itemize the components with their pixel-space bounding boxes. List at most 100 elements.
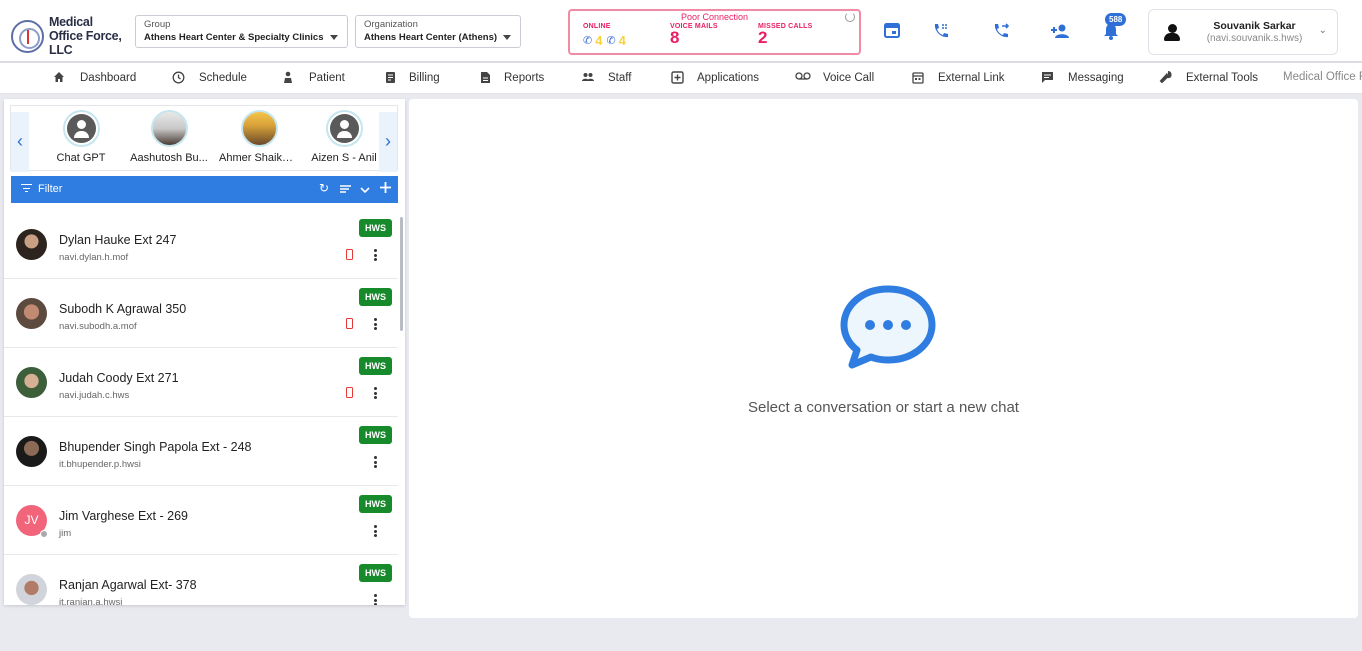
filter-bar[interactable]: Filter ↻ — [11, 176, 398, 203]
chat-contact-username: it.ranjan.a.hwsi — [59, 597, 123, 605]
sort-icon[interactable] — [339, 183, 352, 197]
organization-select[interactable]: Organization Athens Heart Center (Athens… — [355, 15, 521, 48]
quick-contact-item[interactable]: Ahmer Shaikh ... — [219, 110, 299, 164]
caret-down-icon — [503, 35, 511, 40]
user-menu[interactable]: Souvanik Sarkar (navi.souvanik.s.hws) ⌄ — [1148, 9, 1338, 55]
external-link-icon — [911, 71, 925, 85]
refresh-icon[interactable] — [845, 12, 855, 22]
more-options-icon[interactable] — [370, 455, 380, 469]
chat-list-item[interactable]: Bhupender Singh Papola Ext - 248 it.bhup… — [4, 417, 398, 486]
quick-contact-name: Aizen S - Anil — [311, 152, 377, 164]
avatar — [16, 298, 47, 329]
logo-text: Medical Office Force, LLC — [49, 15, 122, 57]
nav-messaging[interactable]: Messaging — [1040, 71, 1124, 85]
nav-patient[interactable]: Patient — [282, 71, 345, 85]
logo-icon — [11, 19, 44, 53]
nav-medical-office-force[interactable]: Medical Office Fo — [1283, 71, 1362, 83]
more-options-icon[interactable] — [370, 524, 380, 538]
organization-value: Athens Heart Center (Athens) — [364, 32, 498, 43]
nav-label: External Tools — [1186, 72, 1259, 84]
connection-status-title: Poor Connection — [680, 12, 749, 22]
nav-dashboard[interactable]: Dashboard — [52, 71, 136, 85]
chat-list-item[interactable]: Subodh K Agrawal 350 navi.subodh.a.mof H… — [4, 279, 398, 348]
voicemail-count: 8 — [670, 28, 680, 47]
missed-calls-stat[interactable]: MISSED CALLS 2 — [758, 23, 813, 46]
presence-status-icon — [40, 530, 48, 538]
add-user-icon[interactable] — [1050, 21, 1070, 41]
chevron-down-icon[interactable] — [360, 183, 370, 197]
quick-contact-name: Aashutosh Bu... — [130, 152, 208, 164]
user-avatar-icon — [1163, 24, 1181, 42]
carousel-prev-button[interactable]: ‹ — [11, 112, 29, 172]
chat-list-item[interactable]: Ranjan Agarwal Ext- 378 it.ranjan.a.hwsi… — [4, 555, 398, 605]
nav-label: Voice Call — [823, 72, 875, 84]
chat-list-item[interactable]: Dylan Hauke Ext 247 navi.dylan.h.mof HWS — [4, 210, 398, 279]
chat-list-item[interactable]: JV Jim Varghese Ext - 269 jim HWS — [4, 486, 398, 555]
quick-contact-name: Chat GPT — [56, 152, 106, 164]
carousel-next-button[interactable]: › — [379, 112, 397, 172]
group-select[interactable]: Group Athens Heart Center & Specialty Cl… — [135, 15, 348, 48]
nav-label: Medical Office Fo — [1283, 71, 1362, 83]
nav-staff[interactable]: Staff — [581, 71, 631, 85]
chat-contact-username: navi.judah.c.hws — [59, 390, 130, 401]
avatar — [150, 110, 188, 147]
more-options-icon[interactable] — [370, 248, 380, 262]
online-count-1: 4 — [595, 33, 603, 48]
call-forward-icon[interactable] — [991, 21, 1011, 41]
dialpad-phone-icon[interactable] — [931, 21, 951, 41]
chat-bubble-icon — [838, 283, 938, 373]
more-options-icon[interactable] — [370, 386, 380, 400]
nav-external-tools[interactable]: External Tools — [1158, 71, 1258, 85]
chat-contact-name: Dylan Hauke Ext 247 — [59, 233, 177, 247]
nav-label: Dashboard — [80, 72, 137, 84]
avatar — [325, 110, 363, 147]
nav-reports[interactable]: Reports — [478, 71, 544, 85]
message-icon — [1040, 71, 1054, 85]
chat-list-item[interactable]: Judah Coody Ext 271 navi.judah.c.hws HWS — [4, 348, 398, 417]
quick-contact-item[interactable]: Chat GPT — [41, 110, 121, 164]
more-options-icon[interactable] — [370, 317, 380, 331]
nav-voice-call[interactable]: Voice Call — [795, 71, 874, 85]
more-options-icon[interactable] — [370, 593, 380, 605]
empty-state-message: Select a conversation or start a new cha… — [748, 399, 1019, 416]
hws-badge: HWS — [359, 357, 392, 375]
voicemail-icon — [795, 71, 811, 85]
user-username: (navi.souvanik.s.hws) — [1206, 33, 1303, 44]
chevron-down-icon: ⌄ — [1318, 25, 1327, 36]
quick-contacts-carousel: ‹ Chat GPT Aashutosh Bu... Ahmer Shaikh … — [10, 105, 398, 172]
chat-contact-username: navi.subodh.a.mof — [59, 321, 137, 332]
nav-label: Reports — [504, 72, 545, 84]
add-chat-icon[interactable] — [379, 181, 392, 197]
connection-status-panel: Poor Connection ONLINE ✆ 4 ✆ 4 VOICE MAI… — [568, 9, 861, 55]
nav-billing[interactable]: Billing — [383, 71, 440, 85]
document-icon — [478, 71, 492, 85]
online-count-2: 4 — [618, 33, 626, 48]
clock-icon — [171, 71, 185, 85]
chat-list: Dylan Hauke Ext 247 navi.dylan.h.mof HWS… — [4, 210, 400, 605]
online-stat: ONLINE ✆ 4 ✆ 4 — [583, 23, 630, 48]
group-label: Group — [144, 19, 171, 30]
quick-contact-name: Ahmer Shaikh ... — [219, 152, 299, 164]
chevron-right-icon: › — [385, 131, 391, 151]
nav-label: Staff — [608, 72, 632, 84]
hws-badge: HWS — [359, 495, 392, 513]
chat-list-scrollbar[interactable] — [400, 217, 403, 331]
voicemail-stat[interactable]: VOICE MAILS 8 — [670, 23, 718, 46]
nav-label: Schedule — [199, 72, 247, 84]
nav-applications[interactable]: Applications — [670, 71, 759, 85]
quick-contact-item[interactable]: Aizen S - Anil — [308, 110, 380, 164]
avatar — [16, 574, 47, 605]
nav-external-link[interactable]: External Link — [911, 71, 1004, 85]
chat-sidebar: ‹ Chat GPT Aashutosh Bu... Ahmer Shaikh … — [4, 99, 405, 605]
top-header: Medical Office Force, LLC Group Athens H… — [0, 0, 1362, 62]
nav-schedule[interactable]: Schedule — [171, 71, 247, 85]
staff-icon — [581, 71, 595, 85]
avatar — [240, 110, 278, 147]
sync-icon[interactable]: ↻ — [319, 181, 329, 195]
quick-contact-item[interactable]: Aashutosh Bu... — [129, 110, 209, 164]
group-value: Athens Heart Center & Specialty Clinics — [144, 32, 324, 43]
avatar — [16, 229, 47, 260]
chat-contact-username: it.bhupender.p.hwsi — [59, 459, 141, 470]
company-logo[interactable]: Medical Office Force, LLC — [11, 15, 129, 57]
calendar-icon[interactable] — [882, 21, 902, 41]
